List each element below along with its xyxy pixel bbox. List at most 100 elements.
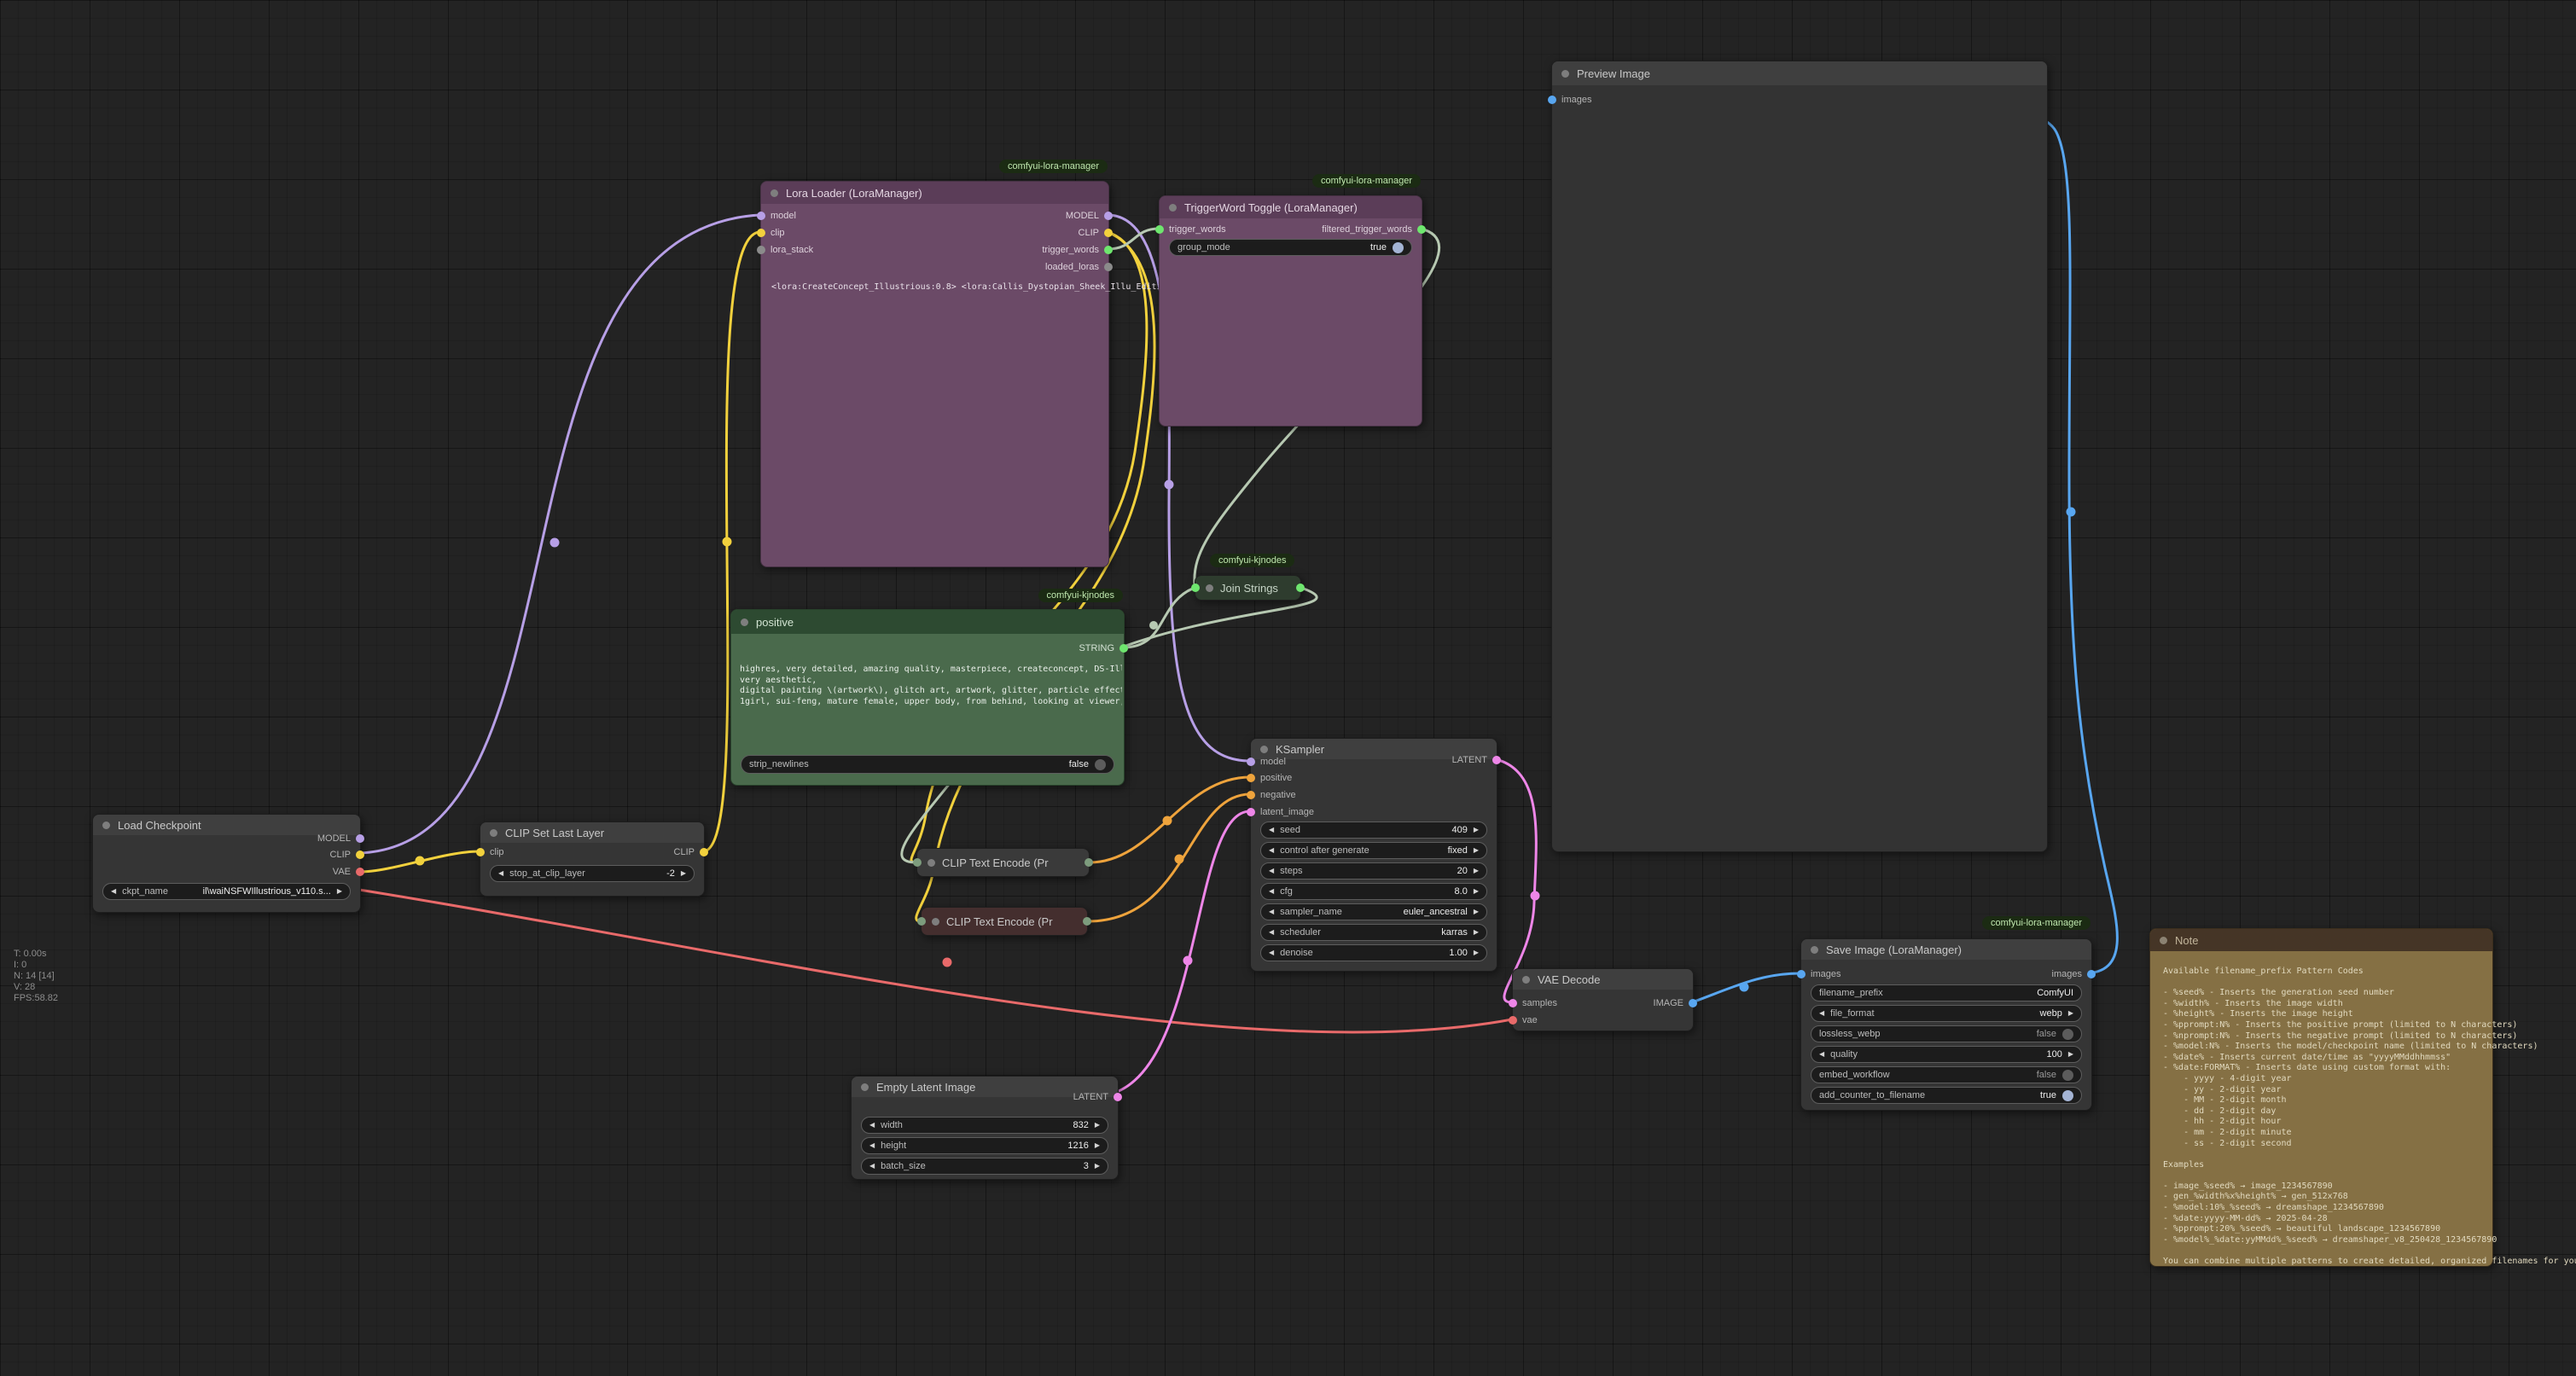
collapse-dot-icon[interactable]: [741, 618, 748, 626]
cfg-widget[interactable]: ◀ cfg 8.0 ▶: [1260, 883, 1487, 900]
port-lora-stack-in[interactable]: lora_stack: [757, 244, 813, 256]
next-arrow-icon[interactable]: ▶: [337, 888, 342, 895]
prompt-text-area[interactable]: highres, very detailed, amazing quality,…: [740, 665, 1122, 707]
collapse-dot-icon[interactable]: [1206, 584, 1213, 592]
sampler-name-widget[interactable]: ◀ sampler_name euler_ancestral ▶: [1260, 903, 1487, 920]
next-arrow-icon[interactable]: ▶: [1474, 847, 1479, 854]
next-arrow-icon[interactable]: ▶: [1474, 949, 1479, 956]
next-arrow-icon[interactable]: ▶: [2068, 1010, 2073, 1017]
port-model-out[interactable]: MODEL: [1066, 210, 1113, 222]
node-title-bar[interactable]: Save Image (LoraManager): [1801, 939, 2091, 960]
port-vae-in[interactable]: vae: [1509, 1014, 1538, 1026]
prev-arrow-icon[interactable]: ◀: [1269, 847, 1274, 854]
port-model-in[interactable]: model: [1247, 756, 1286, 768]
node-title-bar[interactable]: Note: [2150, 929, 2492, 951]
node-note[interactable]: Note Available filename_prefix Pattern C…: [2149, 928, 2493, 1267]
port-images-out[interactable]: images: [2052, 968, 2096, 980]
collapse-dot-icon[interactable]: [861, 1083, 869, 1091]
node-positive-prompt[interactable]: positive STRING highres, very detailed, …: [730, 609, 1125, 786]
port-positive-in[interactable]: positive: [1247, 772, 1292, 784]
collapse-dot-icon[interactable]: [932, 918, 939, 926]
steps-widget[interactable]: ◀ steps 20 ▶: [1260, 862, 1487, 880]
prev-arrow-icon[interactable]: ◀: [111, 888, 116, 895]
port-image-out[interactable]: IMAGE: [1654, 997, 1697, 1009]
scheduler-widget[interactable]: ◀ scheduler karras ▶: [1260, 924, 1487, 941]
port-filtered-trigger-words-out[interactable]: filtered_trigger_words: [1322, 224, 1426, 235]
prev-arrow-icon[interactable]: ◀: [1269, 949, 1274, 956]
node-load-checkpoint[interactable]: Load Checkpoint MODEL CLIP VAE ◀ ckpt_na…: [92, 814, 361, 913]
next-arrow-icon[interactable]: ▶: [1095, 1142, 1100, 1149]
node-join-strings[interactable]: Join Strings: [1195, 575, 1301, 601]
group-mode-toggle[interactable]: group_mode true: [1169, 239, 1412, 256]
port-model-out[interactable]: MODEL: [317, 833, 364, 845]
collapse-dot-icon[interactable]: [1169, 204, 1177, 212]
next-arrow-icon[interactable]: ▶: [1474, 888, 1479, 895]
height-widget[interactable]: ◀ height 1216 ▶: [861, 1137, 1108, 1154]
seed-widget[interactable]: ◀ seed 409 ▶: [1260, 822, 1487, 839]
port-latent-out[interactable]: LATENT: [1073, 1091, 1122, 1103]
prev-arrow-icon[interactable]: ◀: [869, 1142, 875, 1149]
width-widget[interactable]: ◀ width 832 ▶: [861, 1117, 1108, 1134]
collapse-dot-icon[interactable]: [102, 822, 110, 829]
node-clip-set-last-layer[interactable]: CLIP Set Last Layer clip CLIP ◀ stop_at_…: [480, 822, 705, 897]
port-images-in[interactable]: images: [1548, 94, 1591, 106]
port-clip-out[interactable]: CLIP: [674, 846, 708, 858]
batch-size-widget[interactable]: ◀ batch_size 3 ▶: [861, 1158, 1108, 1175]
comfyui-canvas[interactable]: { "canvas": { "stats": ["T: 0.00s", "I: …: [0, 0, 2576, 1376]
collapse-dot-icon[interactable]: [490, 829, 497, 837]
file-format-widget[interactable]: ◀ file_format webp ▶: [1811, 1005, 2082, 1022]
add-counter-toggle[interactable]: add_counter_to_filename true: [1811, 1087, 2082, 1104]
port-vae-out[interactable]: VAE: [333, 866, 364, 878]
port-clip-in[interactable]: clip: [757, 227, 785, 239]
node-empty-latent-image[interactable]: Empty Latent Image LATENT ◀ width 832 ▶ …: [851, 1076, 1119, 1180]
strip-newlines-toggle[interactable]: strip_newlines false: [741, 755, 1114, 774]
ckpt-name-widget[interactable]: ◀ ckpt_name il\waiNSFWIllustrious_v110.s…: [102, 883, 351, 900]
next-arrow-icon[interactable]: ▶: [1095, 1122, 1100, 1129]
port-clip-out[interactable]: CLIP: [1079, 227, 1113, 239]
port-samples-in[interactable]: samples: [1509, 997, 1557, 1009]
port-clip-in[interactable]: clip: [476, 846, 504, 858]
collapse-dot-icon[interactable]: [1522, 976, 1530, 984]
port-string-out[interactable]: STRING: [1079, 642, 1128, 654]
prev-arrow-icon[interactable]: ◀: [1269, 909, 1274, 915]
prev-arrow-icon[interactable]: ◀: [869, 1122, 875, 1129]
prev-arrow-icon[interactable]: ◀: [498, 870, 503, 877]
control-after-generate-widget[interactable]: ◀ control after generate fixed ▶: [1260, 842, 1487, 859]
lossless-webp-toggle[interactable]: lossless_webp false: [1811, 1025, 2082, 1042]
string-port-icon[interactable]: [1296, 583, 1305, 592]
node-save-image[interactable]: Save Image (LoraManager) images images f…: [1800, 938, 2092, 1111]
next-arrow-icon[interactable]: ▶: [1474, 929, 1479, 936]
prev-arrow-icon[interactable]: ◀: [1269, 868, 1274, 874]
port-trigger-words-in[interactable]: trigger_words: [1155, 224, 1226, 235]
string-port-icon[interactable]: [917, 917, 926, 926]
conditioning-port-icon[interactable]: [1084, 858, 1093, 867]
quality-widget[interactable]: ◀ quality 100 ▶: [1811, 1046, 2082, 1063]
collapse-dot-icon[interactable]: [1811, 946, 1818, 954]
port-loaded-loras-out[interactable]: loaded_loras: [1045, 261, 1113, 273]
port-images-in[interactable]: images: [1797, 968, 1840, 980]
next-arrow-icon[interactable]: ▶: [1474, 909, 1479, 915]
node-title-bar[interactable]: Lora Loader (LoraManager): [761, 182, 1108, 204]
node-title-bar[interactable]: CLIP Set Last Layer: [480, 822, 704, 843]
node-triggerword-toggle[interactable]: TriggerWord Toggle (LoraManager) trigger…: [1159, 195, 1422, 427]
toggle-off-icon[interactable]: [2062, 1070, 2073, 1081]
next-arrow-icon[interactable]: ▶: [1474, 868, 1479, 874]
collapse-dot-icon[interactable]: [770, 189, 778, 197]
next-arrow-icon[interactable]: ▶: [2068, 1051, 2073, 1058]
denoise-widget[interactable]: ◀ denoise 1.00 ▶: [1260, 944, 1487, 961]
prev-arrow-icon[interactable]: ◀: [869, 1163, 875, 1170]
collapse-dot-icon[interactable]: [1260, 746, 1268, 753]
collapse-dot-icon[interactable]: [927, 859, 935, 867]
node-clip-text-encode-positive[interactable]: CLIP Text Encode (Pr: [916, 848, 1090, 877]
prev-arrow-icon[interactable]: ◀: [1269, 929, 1274, 936]
port-clip-out[interactable]: CLIP: [330, 849, 364, 861]
node-ksampler[interactable]: KSampler model positive negative latent_…: [1250, 738, 1497, 972]
prev-arrow-icon[interactable]: ◀: [1819, 1051, 1824, 1058]
node-lora-loader[interactable]: Lora Loader (LoraManager) model clip lor…: [760, 181, 1109, 567]
node-title-bar[interactable]: VAE Decode: [1513, 969, 1693, 990]
toggle-on-icon[interactable]: [1393, 242, 1404, 253]
stop-at-clip-layer-widget[interactable]: ◀ stop_at_clip_layer -2 ▶: [490, 865, 695, 882]
node-title-bar[interactable]: TriggerWord Toggle (LoraManager): [1160, 196, 1422, 218]
toggle-off-icon[interactable]: [2062, 1029, 2073, 1040]
collapse-dot-icon[interactable]: [1561, 70, 1569, 78]
